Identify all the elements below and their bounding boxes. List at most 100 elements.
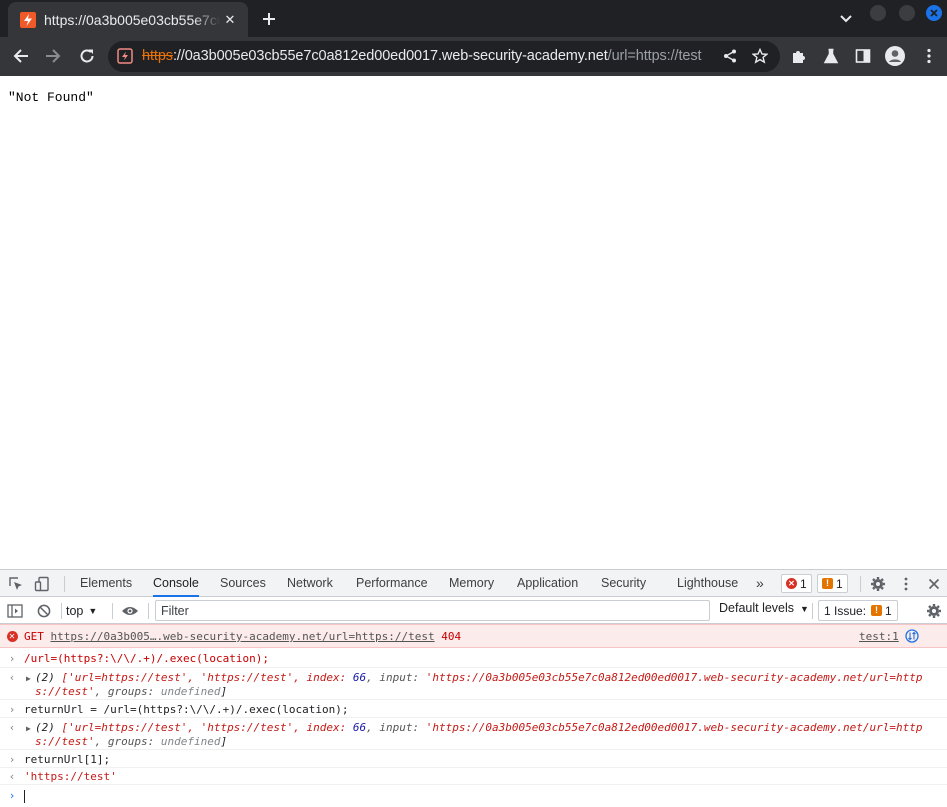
array-input-key: , input: (366, 671, 426, 684)
more-tabs-chevron-icon[interactable]: » (756, 570, 764, 597)
error-url-link[interactable]: https://0a3b005….web-security-academy.ne… (51, 630, 435, 643)
bookmark-star-icon[interactable] (750, 46, 770, 66)
prompt-chevron-icon: › (8, 788, 16, 802)
console-input-text[interactable]: returnUrl = /url=(https?:\/\/.+)/.exec(l… (24, 703, 349, 716)
new-tab-plus-icon[interactable] (258, 8, 280, 30)
back-icon[interactable] (10, 45, 32, 67)
url-scheme: https (142, 48, 173, 64)
extensions-puzzle-icon[interactable] (788, 45, 810, 67)
tab-elements[interactable]: Elements (80, 570, 132, 597)
not-secure-warning-icon[interactable] (117, 48, 133, 64)
js-context-value: top (66, 603, 84, 618)
array-values: ['url=https://test', 'https://test', ind… (61, 721, 353, 734)
warning-icon: ! (822, 578, 833, 589)
expand-triangle-icon[interactable]: ▶ (26, 674, 31, 683)
issues-button[interactable]: 1 Issue:! 1 (818, 600, 898, 621)
log-levels-dropdown[interactable]: Default levels ▼ (719, 601, 809, 615)
expand-triangle-icon[interactable]: ▶ (26, 724, 31, 733)
warning-count-badge[interactable]: ! 1 (817, 574, 848, 593)
tab-application[interactable]: Application (517, 570, 578, 597)
close-devtools-icon[interactable] (925, 575, 943, 593)
warning-icon: ! (871, 605, 883, 616)
page-content: "Not Found" (0, 76, 947, 569)
tab-performance[interactable]: Performance (356, 570, 428, 597)
result-arrow-icon: ‹ (8, 670, 16, 684)
show-sidebar-icon[interactable] (6, 602, 24, 620)
devtools-kebab-menu-icon[interactable] (897, 575, 915, 593)
side-panel-icon[interactable] (852, 45, 874, 67)
array-values: ['url=https://test', 'https://test', ind… (61, 671, 353, 684)
assignment-expression: returnUrl = /url=(https?:\/\/.+)/.exec(l… (24, 703, 349, 716)
text-caret (24, 790, 25, 803)
close-window-button[interactable] (926, 5, 942, 21)
address-bar[interactable]: https://0a3b005e03cb55e7c0a812ed00ed0017… (108, 41, 780, 72)
inspect-element-icon[interactable] (7, 575, 25, 593)
share-icon[interactable] (720, 46, 740, 66)
console-result-row: ‹ 'https://test' (0, 768, 947, 785)
url-host: ://0a3b005e03cb55e7c0a812ed00ed0017.web-… (172, 48, 608, 64)
result-string[interactable]: 'https://test' (24, 770, 117, 783)
console-input-text[interactable]: returnUrl[1]; (24, 753, 110, 766)
live-expression-eye-icon[interactable] (121, 602, 139, 620)
js-context-select[interactable]: top ▼ (66, 601, 97, 620)
tab-sources[interactable]: Sources (220, 570, 266, 597)
error-status: 404 (441, 630, 462, 643)
array-groups-value: undefined (160, 685, 221, 698)
profile-avatar-icon[interactable] (884, 45, 906, 67)
tab-lighthouse[interactable]: Lighthouse (677, 570, 738, 597)
network-request-icon[interactable] (905, 629, 919, 646)
console-prompt-row[interactable]: › (0, 785, 947, 807)
issues-label: 1 Issue: (824, 603, 867, 618)
error-method: GET (24, 630, 44, 643)
array-groups-key: , groups: (94, 735, 161, 748)
error-icon: ✕ (786, 578, 797, 589)
device-toolbar-icon[interactable] (33, 575, 51, 593)
error-source-link[interactable]: test:1 (859, 630, 899, 643)
error-message: GET https://0a3b005….web-security-academ… (24, 630, 461, 643)
divider (112, 603, 113, 619)
clear-console-icon[interactable] (35, 602, 53, 620)
tab-security[interactable]: Security (601, 570, 646, 597)
divider (61, 603, 62, 619)
console-output: ✕ GET https://0a3b005….web-security-acad… (0, 624, 947, 807)
minimize-window-button[interactable] (870, 5, 886, 21)
address-url[interactable]: https://0a3b005e03cb55e7c0a812ed00ed0017… (142, 48, 718, 64)
console-input-text[interactable]: /url=(https?:\/\/.+)/.exec(location); (24, 652, 269, 665)
browser-toolbar: https://0a3b005e03cb55e7c0a812ed00ed0017… (0, 37, 947, 76)
error-count: 1 (800, 576, 807, 591)
array-input-value-cont: s://test' (35, 685, 95, 698)
console-filter-bar: top ▼ Default levels ▼ 1 Issue:!1 (0, 597, 947, 624)
reload-icon[interactable] (76, 45, 98, 67)
settings-gear-icon[interactable] (869, 575, 887, 593)
tab-console[interactable]: Console (153, 570, 199, 597)
kebab-menu-icon[interactable] (918, 45, 940, 67)
console-settings-gear-icon[interactable] (925, 602, 943, 620)
maximize-window-button[interactable] (899, 5, 915, 21)
result-array-line-1[interactable]: (2) ['url=https://test', 'https://test',… (35, 671, 922, 684)
array-length: (2) (35, 671, 55, 684)
tab-memory[interactable]: Memory (449, 570, 494, 597)
console-input-row: › /url=(https?:\/\/.+)/.exec(location); (0, 649, 947, 668)
divider (64, 576, 65, 592)
console-error-row: ✕ GET https://0a3b005….web-security-acad… (0, 624, 947, 648)
array-input-key: , input: (366, 721, 426, 734)
close-tab-icon[interactable]: ✕ (220, 10, 240, 30)
result-array-line-1[interactable]: (2) ['url=https://test', 'https://test',… (35, 721, 922, 734)
chevron-down-icon[interactable] (836, 10, 856, 28)
console-filter-input[interactable] (155, 600, 710, 621)
tab-strip: https://0a3b005e03cb55e7c0a812ed00ed0017… (0, 0, 947, 37)
divider (812, 603, 813, 619)
caret-down-icon: ▼ (800, 604, 809, 614)
array-length: (2) (35, 721, 55, 734)
error-count-badge[interactable]: ✕ 1 (781, 574, 812, 593)
forward-icon[interactable] (42, 45, 64, 67)
tab-network[interactable]: Network (287, 570, 333, 597)
log-levels-label: Default levels (719, 601, 795, 615)
browser-tab-active[interactable]: https://0a3b005e03cb55e7c0a812ed00ed0017… (8, 2, 248, 37)
labs-flask-icon[interactable] (820, 45, 842, 67)
console-result-row: ‹ ▶ (2) ['url=https://test', 'https://te… (0, 668, 947, 700)
result-array-line-2: s://test', groups: undefined] (35, 685, 227, 698)
web-security-academy-bolt-icon (20, 11, 36, 28)
close-icon (930, 9, 938, 17)
warning-count: 1 (836, 576, 843, 591)
